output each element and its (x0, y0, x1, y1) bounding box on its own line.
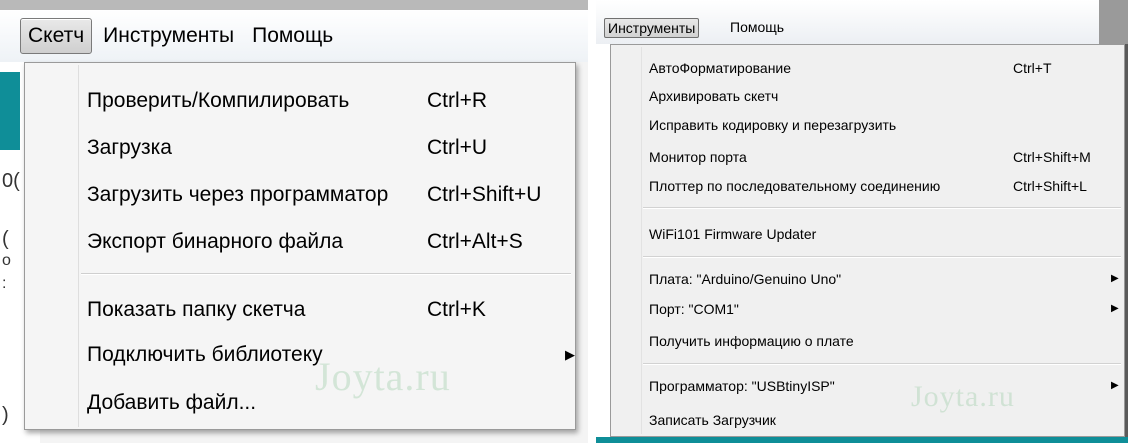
menu-item-get-board-info[interactable]: Получить информацию о плате (611, 330, 1124, 354)
menu-item-port[interactable]: Порт: "COM1" ▶ (611, 298, 1124, 322)
window-edge (1099, 0, 1128, 44)
watermark: Joyta.ru (315, 354, 451, 399)
submenu-arrow-icon: ▶ (565, 347, 575, 362)
menu-item-add-file[interactable]: Добавить файл... (25, 381, 575, 425)
menu-sketch[interactable]: Скетч (20, 18, 93, 54)
menu-tools[interactable]: Инструменты (604, 18, 700, 38)
submenu-arrow-icon: ▶ (1111, 303, 1119, 314)
menu-item-label: Программатор: "USBtinyISP" (649, 378, 835, 394)
menu-item-label: Монитор порта (649, 149, 747, 165)
menu-item-label: Загрузить через программатор (87, 183, 389, 206)
sketch-dropdown-menu: Проверить/Компилировать Ctrl+R Загрузка … (24, 62, 576, 430)
editor-text-fragment: 0( (2, 170, 20, 192)
menu-item-shortcut: Ctrl+Shift+L (1013, 178, 1087, 194)
menu-bar: Скетч Инструменты Помощь (0, 10, 588, 62)
menu-item-label: Проверить/Компилировать (87, 89, 350, 112)
menu-item-burn-bootloader[interactable]: Записать Загрузчик (611, 409, 1124, 433)
menu-item-verify-compile[interactable]: Проверить/Компилировать Ctrl+R (25, 79, 575, 123)
menu-item-auto-format[interactable]: АвтоФорматирование Ctrl+T (611, 57, 1124, 81)
menu-item-label: WiFi101 Firmware Updater (649, 226, 817, 242)
editor-text-fragment: o (2, 252, 11, 269)
submenu-arrow-icon: ▶ (1111, 273, 1119, 284)
menu-item-board[interactable]: Плата: "Arduino/Genuino Uno" ▶ (611, 268, 1124, 292)
image-divider (588, 0, 596, 443)
menu-item-label: Загрузка (87, 136, 172, 159)
menu-item-programmer[interactable]: Программатор: "USBtinyISP" ▶ (611, 375, 1124, 399)
menu-item-shortcut: Ctrl+Shift+U (427, 183, 542, 206)
menu-item-upload[interactable]: Загрузка Ctrl+U (25, 126, 575, 170)
menu-item-label: Подключить библиотеку (87, 343, 323, 366)
menu-item-include-library[interactable]: Подключить библиотеку ▶ (25, 333, 575, 377)
editor-text-fragment: ) (2, 404, 9, 426)
watermark: Joyta.ru (911, 380, 1015, 413)
menu-item-label: Получить информацию о плате (649, 333, 854, 349)
sketch-menu-screenshot: Скетч Инструменты Помощь 0( ( o : ) Пров… (0, 0, 588, 443)
menu-item-shortcut: Ctrl+U (427, 136, 488, 159)
menu-item-label: АвтоФорматирование (649, 60, 792, 76)
menu-item-label: Плоттер по последовательному соединению (649, 178, 941, 194)
editor-text-fragment: : (2, 275, 7, 292)
menu-item-serial-monitor[interactable]: Монитор порта Ctrl+Shift+M (611, 146, 1124, 170)
editor-background (596, 44, 610, 437)
menu-item-show-sketch-folder[interactable]: Показать папку скетча Ctrl+K (25, 288, 575, 332)
menu-item-label: Записать Загрузчик (649, 412, 776, 428)
window-top-strip (0, 0, 588, 10)
menu-item-label: Исправить кодировку и перезагрузить (649, 117, 897, 133)
menu-item-label: Порт: "COM1" (649, 301, 739, 317)
menu-tools[interactable]: Инструменты (96, 19, 241, 53)
menu-separator (643, 256, 1121, 258)
menu-bar: Инструменты Помощь (596, 0, 1128, 45)
menu-item-label: Плата: "Arduino/Genuino Uno" (649, 271, 842, 287)
menu-help[interactable]: Помощь (245, 19, 340, 53)
menu-item-label: Показать папку скетча (87, 298, 306, 321)
editor-toolbar-edge (0, 72, 20, 150)
menu-item-shortcut: Ctrl+R (427, 89, 488, 112)
menu-item-label: Добавить файл... (87, 391, 257, 414)
menu-item-serial-plotter[interactable]: Плоттер по последовательному соединению … (611, 175, 1124, 199)
menu-separator (643, 207, 1121, 209)
editor-status-strip (596, 437, 1128, 443)
menu-item-label: Архивировать скетч (649, 88, 779, 104)
menu-help[interactable]: Помощь (727, 18, 787, 36)
menu-item-label: Экспорт бинарного файла (87, 230, 344, 253)
menu-item-wifi101-updater[interactable]: WiFi101 Firmware Updater (611, 223, 1124, 247)
menu-item-shortcut: Ctrl+Alt+S (427, 230, 523, 253)
tools-menu-screenshot: Инструменты Помощь АвтоФорматирование Ct… (596, 0, 1128, 443)
menu-item-export-binary[interactable]: Экспорт бинарного файла Ctrl+Alt+S (25, 220, 575, 264)
editor-text-fragment: ( (2, 228, 9, 250)
menu-separator (643, 363, 1121, 365)
menu-item-upload-using-programmer[interactable]: Загрузить через программатор Ctrl+Shift+… (25, 173, 575, 217)
menu-item-shortcut: Ctrl+Shift+M (1013, 149, 1091, 165)
menu-item-shortcut: Ctrl+T (1013, 60, 1052, 76)
submenu-arrow-icon: ▶ (1111, 380, 1119, 391)
menu-separator (81, 273, 571, 275)
menu-item-archive-sketch[interactable]: Архивировать скетч (611, 85, 1124, 109)
menu-item-shortcut: Ctrl+K (427, 298, 486, 321)
tools-dropdown-menu: АвтоФорматирование Ctrl+T Архивировать с… (610, 44, 1125, 437)
menu-item-fix-encoding[interactable]: Исправить кодировку и перезагрузить (611, 114, 1124, 138)
